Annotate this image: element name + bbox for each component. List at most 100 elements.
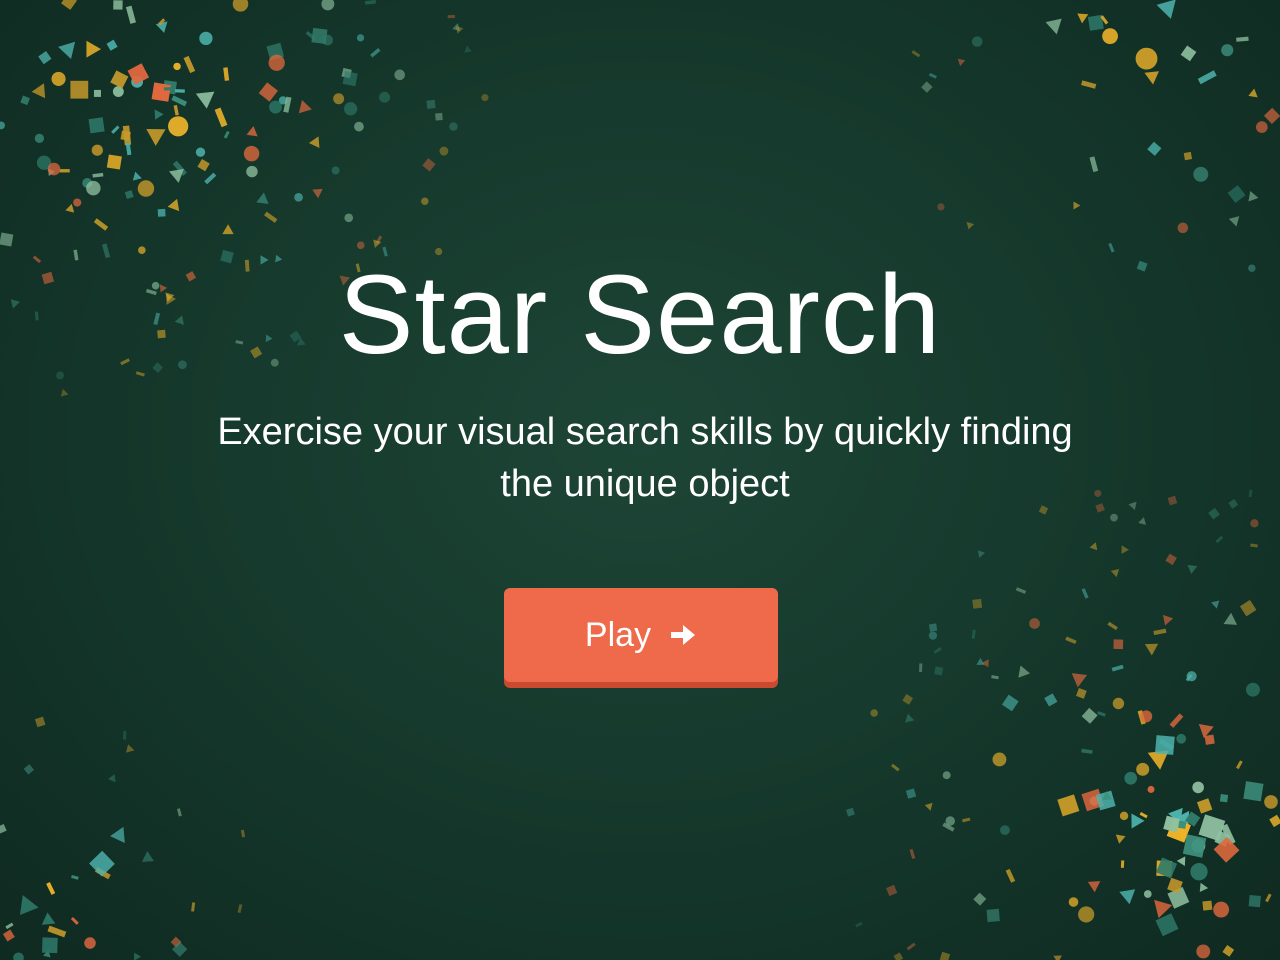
confetti-piece (258, 82, 278, 102)
confetti-piece (1196, 944, 1211, 959)
confetti-piece (891, 763, 900, 772)
confetti-piece (1236, 760, 1243, 770)
confetti-piece (1265, 893, 1272, 903)
confetti-piece (435, 112, 443, 121)
confetti-piece (1183, 151, 1193, 161)
confetti-piece (1110, 513, 1118, 522)
confetti-piece (264, 211, 278, 223)
confetti-piece (1135, 47, 1158, 70)
confetti-piece (971, 629, 976, 639)
confetti-piece (928, 631, 938, 640)
confetti-piece (111, 125, 120, 134)
confetti-piece (364, 0, 376, 5)
confetti-piece (237, 904, 243, 914)
confetti-piece (243, 145, 260, 162)
confetti-piece (124, 190, 134, 200)
confetti-piece (1119, 889, 1136, 905)
confetti-piece (60, 388, 69, 397)
play-button[interactable]: Play (504, 588, 778, 682)
confetti-piece (1068, 897, 1079, 907)
confetti-piece (222, 224, 234, 235)
confetti-piece (195, 91, 215, 109)
confetti-piece (421, 197, 429, 205)
confetti-piece (1223, 612, 1238, 625)
confetti-piece (256, 192, 269, 204)
confetti-piece (308, 136, 320, 148)
confetti-piece (108, 774, 116, 783)
confetti-piece (1176, 856, 1186, 866)
confetti-piece (204, 172, 217, 185)
confetti-piece (268, 54, 285, 71)
confetti-piece (214, 107, 228, 128)
confetti-piece (886, 884, 898, 897)
confetti-piece (175, 89, 185, 93)
confetti-piece (1250, 543, 1258, 548)
confetti-piece (34, 133, 45, 143)
confetti-piece (905, 788, 917, 799)
confetti-piece (298, 100, 312, 114)
confetti-piece (70, 916, 79, 925)
confetti-piece (1197, 70, 1217, 85)
confetti-piece (1177, 222, 1189, 234)
confetti-piece (106, 154, 122, 170)
confetti-piece (195, 147, 206, 157)
confetti-piece (59, 169, 70, 173)
confetti-piece (1248, 894, 1261, 908)
confetti-piece (42, 937, 58, 954)
confetti-piece (1236, 36, 1249, 42)
confetti-piece (356, 241, 365, 250)
confetti-piece (1211, 600, 1220, 609)
confetti-piece (981, 659, 989, 668)
confetti-piece (962, 817, 971, 823)
confetti-piece (1248, 191, 1259, 202)
confetti-piece (1245, 682, 1260, 697)
confetti-piece (426, 99, 436, 110)
confetti-piece (71, 875, 79, 880)
confetti-piece (924, 802, 933, 811)
confetti-piece (168, 116, 189, 137)
confetti-piece (1263, 107, 1280, 125)
confetti-piece (1239, 599, 1257, 617)
confetti-piece (167, 198, 180, 212)
confetti-piece (1248, 88, 1258, 98)
confetti-piece (240, 829, 246, 838)
confetti-piece (312, 188, 323, 199)
confetti-piece (1128, 501, 1137, 511)
confetti-piece (906, 942, 916, 951)
confetti-piece (91, 144, 103, 156)
confetti-piece (1176, 733, 1187, 744)
confetti-piece (422, 158, 436, 172)
confetti-piece (58, 41, 76, 59)
confetti-piece (223, 67, 230, 81)
confetti-piece (246, 165, 258, 178)
confetti-piece (51, 71, 66, 86)
confetti-piece (0, 121, 5, 130)
confetti-piece (171, 95, 188, 107)
confetti-piece (120, 130, 131, 141)
confetti-piece (379, 91, 391, 103)
confetti-piece (342, 71, 358, 87)
confetti-piece (937, 203, 945, 211)
confetti-piece (134, 952, 142, 960)
confetti-piece (939, 951, 951, 960)
confetti-piece (1076, 688, 1087, 699)
confetti-piece (1147, 141, 1162, 156)
confetti-piece (1089, 156, 1099, 173)
confetti-piece (1081, 588, 1089, 599)
confetti-piece (909, 848, 916, 860)
confetti-piece (1087, 881, 1101, 893)
confetti-piece (1005, 868, 1016, 883)
confetti-piece (269, 100, 282, 114)
confetti-piece (163, 87, 173, 91)
confetti-piece (93, 218, 109, 231)
confetti-piece (146, 128, 166, 146)
confetti-piece (333, 93, 345, 105)
confetti-piece (1102, 28, 1118, 45)
confetti-piece (991, 675, 999, 680)
confetti-piece (1221, 44, 1234, 57)
confetti-piece (356, 34, 365, 42)
confetti-piece (1190, 863, 1208, 881)
confetti-piece (110, 826, 125, 844)
confetti-piece (86, 180, 101, 196)
confetti-piece (294, 192, 303, 202)
